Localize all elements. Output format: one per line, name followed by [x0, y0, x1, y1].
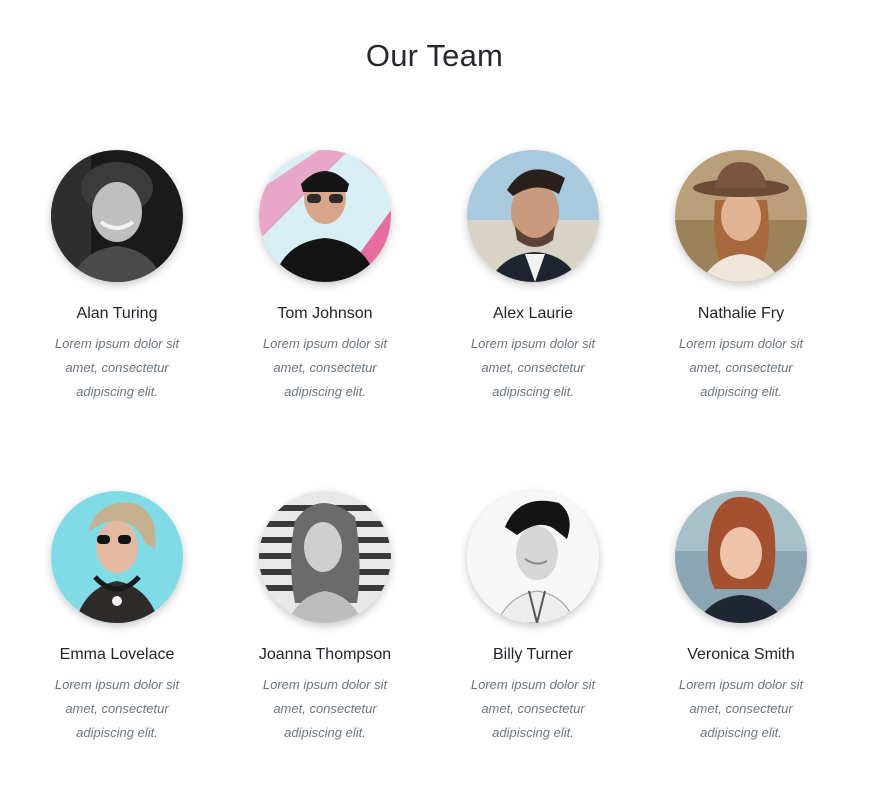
- member-avatar: [51, 491, 183, 623]
- member-avatar: [467, 150, 599, 282]
- member-name: Veronica Smith: [687, 646, 795, 663]
- member-bio: Lorem ipsum dolor sit amet, consectetur …: [262, 677, 388, 740]
- member-avatar: [259, 491, 391, 623]
- member-bio: Lorem ipsum dolor sit amet, consectetur …: [470, 336, 596, 399]
- member-name: Tom Johnson: [277, 305, 373, 322]
- member-name: Alex Laurie: [492, 305, 574, 322]
- member-avatar: [675, 491, 807, 623]
- member-bio: Lorem ipsum dolor sit amet, consectetur …: [678, 336, 804, 399]
- member-name: Emma Lovelace: [59, 646, 175, 663]
- member-name: Nathalie Fry: [697, 305, 785, 322]
- team-member-card: Veronica Smith Lorem ipsum dolor sit ame…: [646, 491, 836, 745]
- member-name: Billy Turner: [492, 646, 574, 663]
- member-avatar: [259, 150, 391, 282]
- member-name: Joanna Thompson: [258, 646, 392, 663]
- member-avatar: [675, 150, 807, 282]
- team-grid: Alan Turing Lorem ipsum dolor sit amet, …: [0, 0, 869, 794]
- team-member-card: Joanna Thompson Lorem ipsum dolor sit am…: [230, 491, 420, 745]
- team-member-card: Nathalie Fry Lorem ipsum dolor sit amet,…: [646, 150, 836, 404]
- member-bio: Lorem ipsum dolor sit amet, consectetur …: [54, 336, 180, 399]
- team-member-card: Emma Lovelace Lorem ipsum dolor sit amet…: [22, 491, 212, 745]
- team-member-card: Alan Turing Lorem ipsum dolor sit amet, …: [22, 150, 212, 404]
- team-member-card: Billy Turner Lorem ipsum dolor sit amet,…: [438, 491, 628, 745]
- member-name: Alan Turing: [76, 305, 158, 322]
- team-member-card: Alex Laurie Lorem ipsum dolor sit amet, …: [438, 150, 628, 404]
- member-bio: Lorem ipsum dolor sit amet, consectetur …: [262, 336, 388, 399]
- member-bio: Lorem ipsum dolor sit amet, consectetur …: [54, 677, 180, 740]
- team-member-card: Tom Johnson Lorem ipsum dolor sit amet, …: [230, 150, 420, 404]
- member-avatar: [467, 491, 599, 623]
- member-avatar: [51, 150, 183, 282]
- member-bio: Lorem ipsum dolor sit amet, consectetur …: [470, 677, 596, 740]
- member-bio: Lorem ipsum dolor sit amet, consectetur …: [678, 677, 804, 740]
